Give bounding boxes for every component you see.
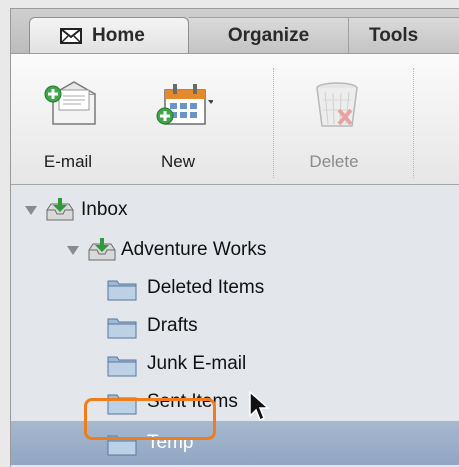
disclosure-triangle-icon[interactable] xyxy=(67,246,79,255)
folder-label: Drafts xyxy=(147,315,198,336)
folder-item[interactable]: Drafts xyxy=(11,307,459,345)
folder-item[interactable]: Deleted Items xyxy=(11,269,459,307)
delete-button[interactable]: Delete xyxy=(289,74,379,174)
tab-organize[interactable]: Organize xyxy=(189,17,349,53)
folder-label: Junk E-mail xyxy=(147,353,247,374)
folder-label: Deleted Items xyxy=(147,277,265,298)
folder-item[interactable]: Sent Items xyxy=(11,383,459,421)
tab-organize-label: Organize xyxy=(227,24,310,46)
new-item-label: New xyxy=(160,152,195,171)
folder-item[interactable]: Junk E-mail xyxy=(11,345,459,383)
folder-item-selected[interactable]: Temp xyxy=(11,421,459,465)
new-email-icon xyxy=(43,80,99,130)
new-calendar-icon xyxy=(153,80,214,130)
trash-icon xyxy=(309,80,365,130)
window-frame: Home Organize Tools E-mail New Delete In… xyxy=(10,8,459,467)
ribbon-separator xyxy=(273,68,274,178)
delete-label: Delete xyxy=(309,152,359,171)
ribbon-toolbar: E-mail New Delete xyxy=(11,54,459,185)
ribbon-tab-bar: Home Organize Tools xyxy=(11,9,459,54)
inbox-tray-icon xyxy=(45,198,75,221)
envelope-icon xyxy=(60,27,82,44)
folder-icon xyxy=(107,277,137,301)
new-email-label: E-mail xyxy=(43,152,93,171)
disclosure-triangle-icon[interactable] xyxy=(25,206,37,215)
tree-item-inbox[interactable]: Inbox xyxy=(11,191,459,229)
new-email-button[interactable]: E-mail xyxy=(23,74,113,174)
selection-highlight xyxy=(84,398,216,440)
ribbon-separator xyxy=(413,68,414,178)
new-item-button[interactable]: New xyxy=(133,74,223,174)
tab-home[interactable]: Home xyxy=(29,17,189,53)
inbox-label: Inbox xyxy=(81,199,128,220)
folder-icon xyxy=(107,353,137,377)
tab-home-label: Home xyxy=(92,24,145,46)
tab-tools[interactable]: Tools xyxy=(349,17,459,53)
tab-tools-label: Tools xyxy=(369,24,419,46)
account-label: Adventure Works xyxy=(121,239,267,260)
mouse-pointer-icon xyxy=(248,390,272,424)
folder-icon xyxy=(107,315,137,339)
inbox-tray-icon xyxy=(87,238,117,261)
tree-item-account[interactable]: Adventure Works xyxy=(11,231,459,269)
folder-tree: Inbox Adventure Works Deleted Items Draf… xyxy=(11,185,459,467)
